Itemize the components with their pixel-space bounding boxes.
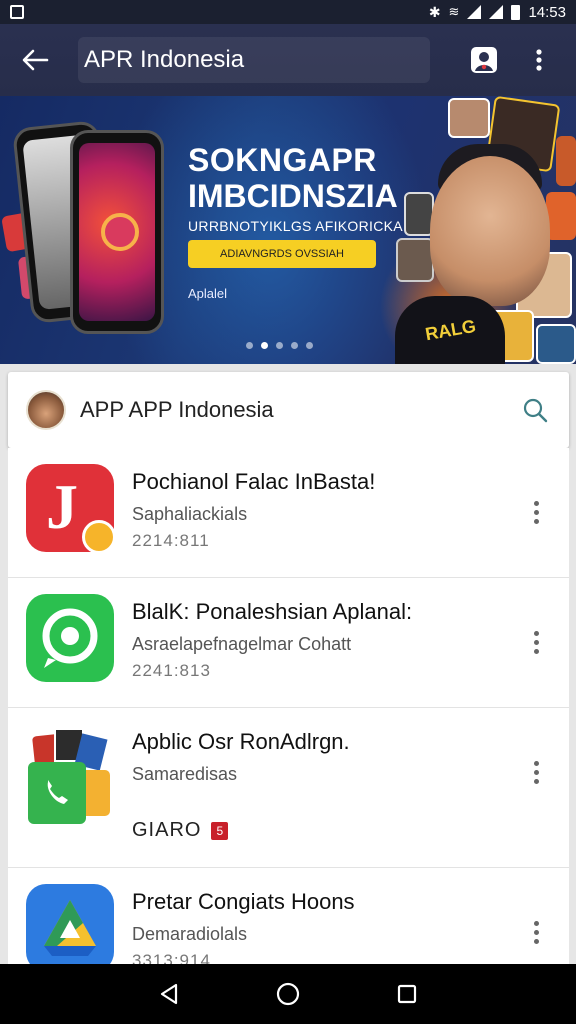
play-icon	[101, 213, 139, 251]
circle-home-icon	[276, 982, 300, 1006]
search-icon	[523, 398, 548, 423]
promo-banner[interactable]: SOKNGAPR IMBCIDNSZIA URRBNOTYIKLGS AFIKO…	[0, 96, 576, 364]
carousel-dot[interactable]	[246, 342, 253, 349]
nav-home-button[interactable]	[264, 970, 312, 1018]
carousel-dot-active[interactable]	[261, 342, 268, 349]
app-developer: Samaredisas	[132, 764, 238, 784]
list-item[interactable]: Pretar Congiats Hoons Demaradiolals 3313…	[8, 868, 569, 964]
phone-collage-icon[interactable]	[26, 728, 114, 840]
avatar[interactable]	[26, 390, 66, 430]
banner-person	[430, 156, 550, 306]
chat-bubble-icon	[42, 608, 98, 668]
banner-headline: SOKNGAPR IMBCIDNSZIA URRBNOTYIKLGS AFIKO…	[188, 142, 403, 234]
wifi-icon	[467, 5, 482, 19]
battery-icon	[511, 4, 521, 20]
cell-signal-icon	[489, 5, 504, 19]
banner-line-3: URRBNOTYIKLGS AFIKORICKA	[188, 218, 403, 234]
more-options-button[interactable]	[521, 624, 551, 660]
banner-person-shirt: RALG	[395, 296, 505, 364]
banner-caption: Aplalel	[188, 286, 228, 301]
carousel-dot[interactable]	[276, 342, 283, 349]
app-rating-row: GIARO 5	[132, 819, 350, 842]
app-meta: 2214:811	[132, 531, 210, 550]
app-bar: APR Indonesia	[0, 24, 576, 96]
phone-mockup-front	[70, 130, 164, 334]
status-icons: ✱ ≋ 14:53	[429, 4, 566, 21]
back-arrow-icon	[22, 49, 49, 71]
more-options-button[interactable]	[521, 754, 551, 790]
list-item[interactable]: BlalK: Ponaleshsian Aplanal: Asraelapefn…	[8, 578, 569, 708]
square-recents-icon	[397, 984, 416, 1004]
app-icon-letter: J	[46, 471, 78, 542]
banner-line-1: SOKNGAPR	[188, 142, 377, 178]
app-developer: Demaradiolals	[132, 924, 248, 944]
search-button[interactable]	[519, 394, 551, 426]
play-badge-icon	[82, 520, 116, 554]
green-phone-icon	[28, 762, 86, 824]
signal-icon: ≋	[448, 4, 460, 19]
list-item[interactable]: Apblic Osr RonAdlrgn. Samaredisas GIARO …	[8, 708, 569, 868]
photo-tile	[536, 324, 576, 364]
vibrate-icon: ✱	[428, 3, 441, 20]
account-button[interactable]	[460, 36, 508, 84]
app-meta: 3313:914	[132, 951, 211, 964]
green-chat-icon[interactable]	[26, 594, 114, 682]
content-rating-badge: 5	[211, 821, 229, 840]
triangle-back-icon	[161, 983, 178, 1005]
photo-tile	[396, 238, 434, 282]
back-button[interactable]	[0, 24, 70, 96]
nav-back-button[interactable]	[145, 970, 193, 1018]
red-j-icon[interactable]: J	[26, 464, 116, 554]
banner-line-2: IMBCIDNSZIA	[188, 178, 398, 214]
banner-cta-button[interactable]: ADIAVNGRDS OVSSIAH	[188, 240, 376, 268]
clock: 14:53	[528, 3, 566, 21]
screen: ✱ ≋ 14:53 APR Indonesia SOKNGAPR IMBCIDN…	[0, 0, 576, 1024]
more-vert-icon	[536, 49, 542, 71]
gallery-notification-icon	[10, 5, 24, 19]
carousel-dot[interactable]	[291, 342, 298, 349]
photo-tile	[546, 192, 576, 240]
drive-triangle-icon[interactable]	[26, 884, 114, 964]
carousel-indicator[interactable]	[246, 342, 313, 349]
more-options-button[interactable]	[521, 494, 551, 530]
nav-recents-button[interactable]	[383, 970, 431, 1018]
app-title: Apblic Osr RonAdlrgn.	[132, 729, 350, 754]
account-icon	[471, 47, 497, 73]
app-info: Apblic Osr RonAdlrgn. Samaredisas GIARO …	[132, 728, 350, 842]
app-meta: 2241:813	[132, 661, 211, 680]
more-options-button[interactable]	[521, 914, 551, 950]
app-info: BlalK: Ponaleshsian Aplanal: Asraelapefn…	[132, 598, 412, 681]
photo-tile	[556, 136, 576, 186]
app-title: Pochianol Falac InBasta!	[132, 469, 376, 494]
overflow-menu-button[interactable]	[524, 36, 554, 84]
app-info: Pochianol Falac InBasta! Saphaliackials …	[132, 468, 375, 551]
page-title: APR Indonesia	[84, 46, 245, 73]
search-card[interactable]: APP APP Indonesia	[8, 372, 569, 448]
photo-tile	[448, 98, 490, 138]
status-bar: ✱ ≋ 14:53	[0, 0, 576, 24]
triangle-logo-icon	[44, 900, 96, 956]
app-developer: Saphaliackials	[132, 504, 248, 524]
app-bar-title: APR Indonesia	[78, 37, 430, 83]
search-card-title: APP APP Indonesia	[80, 397, 274, 422]
app-title: Pretar Congiats Hoons	[132, 889, 355, 914]
system-nav-bar	[0, 964, 576, 1024]
app-list: J Pochianol Falac InBasta! Saphaliackial…	[8, 448, 569, 964]
badge-text: GIARO	[132, 819, 202, 841]
app-title: BlalK: Ponaleshsian Aplanal:	[132, 599, 413, 624]
list-item[interactable]: J Pochianol Falac InBasta! Saphaliackial…	[8, 448, 569, 578]
app-developer: Asraelapefnagelmar Cohatt	[132, 634, 352, 654]
app-info: Pretar Congiats Hoons Demaradiolals 3313…	[132, 888, 355, 964]
carousel-dot[interactable]	[306, 342, 313, 349]
